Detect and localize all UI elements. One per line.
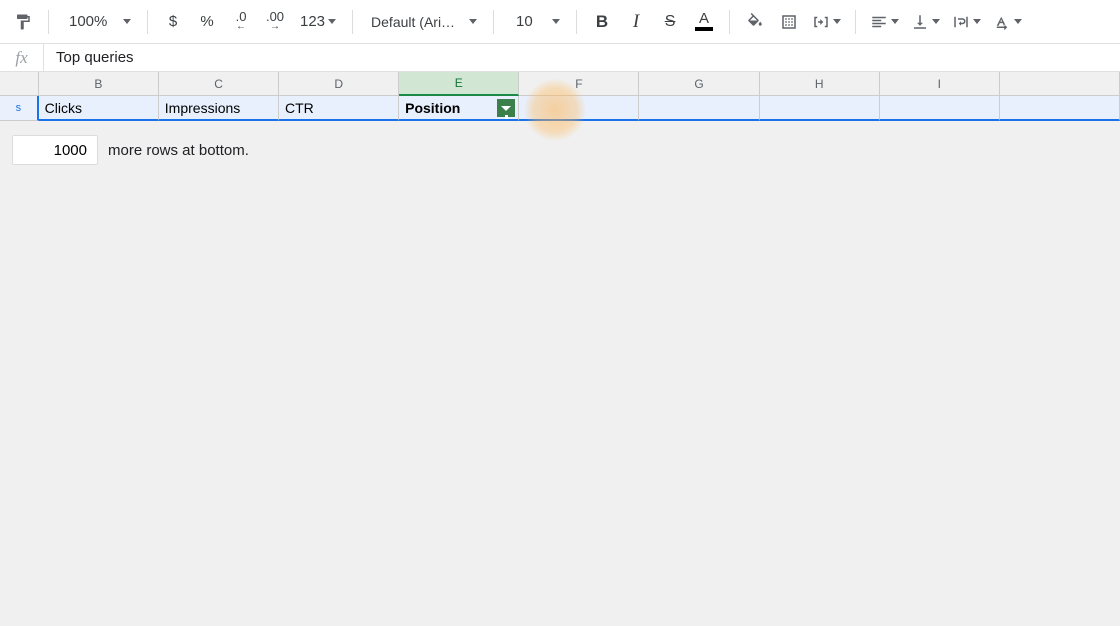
- caret-down-icon: [469, 19, 477, 24]
- col-header-C[interactable]: C: [159, 72, 279, 96]
- font-size-dropdown[interactable]: 10: [504, 7, 566, 37]
- merge-cells-dropdown[interactable]: [808, 7, 845, 37]
- column-headers-row: B C D E F G H I: [0, 72, 1120, 96]
- col-header-G[interactable]: G: [639, 72, 759, 96]
- caret-down-icon: [123, 19, 131, 24]
- increase-decimal-button[interactable]: .00 →: [260, 7, 290, 37]
- cell-C1[interactable]: Impressions: [159, 96, 279, 121]
- caret-down-icon: [1014, 19, 1022, 24]
- col-header-B[interactable]: B: [39, 72, 159, 96]
- bold-button[interactable]: B: [587, 7, 617, 37]
- formula-input[interactable]: [44, 44, 1120, 71]
- font-name-label: Default (Ari…: [371, 14, 455, 30]
- vertical-align-dropdown[interactable]: [907, 7, 944, 37]
- align-left-icon: [870, 13, 888, 31]
- add-rows-input[interactable]: [12, 135, 98, 165]
- caret-down-icon: [932, 19, 940, 24]
- cell-B1[interactable]: Clicks: [39, 96, 159, 121]
- col-header-D[interactable]: D: [279, 72, 399, 96]
- color-underline: [695, 27, 713, 31]
- format-currency-button[interactable]: $: [158, 7, 188, 37]
- borders-button[interactable]: [774, 7, 804, 37]
- cell-E1[interactable]: Position: [399, 96, 519, 121]
- row-1: s Clicks Impressions CTR Position: [0, 96, 1120, 121]
- text-rotation-dropdown[interactable]: [989, 7, 1026, 37]
- funnel-icon: [501, 106, 511, 111]
- fill-color-button[interactable]: [740, 7, 770, 37]
- separator: [576, 10, 577, 34]
- font-size-label: 10: [516, 13, 533, 30]
- text-wrap-dropdown[interactable]: [948, 7, 985, 37]
- formula-bar: fx: [0, 44, 1120, 72]
- cell-extra-1[interactable]: [1000, 96, 1120, 121]
- font-family-dropdown[interactable]: Default (Ari…: [363, 7, 483, 37]
- add-rows-control: more rows at bottom.: [0, 121, 1120, 179]
- col-header-H[interactable]: H: [760, 72, 880, 96]
- wrap-icon: [952, 13, 970, 31]
- paint-bucket-icon: [746, 13, 764, 31]
- toolbar: 100% $ % .0 ← .00 → 123 Default (Ari… 10…: [0, 0, 1120, 44]
- rotation-icon: [993, 13, 1011, 31]
- caret-down-icon: [328, 19, 336, 24]
- cell-G1[interactable]: [639, 96, 759, 121]
- horizontal-align-dropdown[interactable]: [866, 7, 903, 37]
- text-color-button[interactable]: A: [689, 7, 719, 37]
- select-all-corner[interactable]: [0, 72, 39, 96]
- cell-H1[interactable]: [760, 96, 880, 121]
- decrease-decimal-button[interactable]: .0 ←: [226, 7, 256, 37]
- format-percent-button[interactable]: %: [192, 7, 222, 37]
- separator: [493, 10, 494, 34]
- col-header-I[interactable]: I: [880, 72, 1000, 96]
- merge-icon: [812, 13, 830, 31]
- cell-E1-text: Position: [405, 100, 460, 116]
- separator: [352, 10, 353, 34]
- cell-F1[interactable]: [519, 96, 639, 121]
- cell-I1[interactable]: [880, 96, 1000, 121]
- zoom-label: 100%: [69, 13, 107, 30]
- cell-D1[interactable]: CTR: [279, 96, 399, 121]
- borders-icon: [780, 13, 798, 31]
- caret-down-icon: [973, 19, 981, 24]
- paint-format-button[interactable]: [8, 7, 38, 37]
- caret-down-icon: [833, 19, 841, 24]
- paint-roller-icon: [14, 13, 32, 31]
- separator: [855, 10, 856, 34]
- row-header-1[interactable]: s: [0, 96, 39, 121]
- col-header-E[interactable]: E: [399, 72, 519, 96]
- separator: [48, 10, 49, 34]
- separator: [147, 10, 148, 34]
- caret-down-icon: [552, 19, 560, 24]
- more-formats-dropdown[interactable]: 123: [294, 7, 342, 37]
- separator: [729, 10, 730, 34]
- strikethrough-button[interactable]: S: [655, 7, 685, 37]
- add-rows-label: more rows at bottom.: [108, 142, 249, 159]
- filter-button[interactable]: [497, 99, 515, 117]
- col-header-extra[interactable]: [1000, 72, 1120, 96]
- italic-button[interactable]: I: [621, 7, 651, 37]
- fx-label: fx: [0, 44, 44, 71]
- spreadsheet-grid: B C D E F G H I s Clicks Impressions CTR…: [0, 72, 1120, 179]
- col-header-F[interactable]: F: [519, 72, 639, 96]
- valign-bottom-icon: [911, 13, 929, 31]
- zoom-dropdown[interactable]: 100%: [59, 7, 137, 37]
- caret-down-icon: [891, 19, 899, 24]
